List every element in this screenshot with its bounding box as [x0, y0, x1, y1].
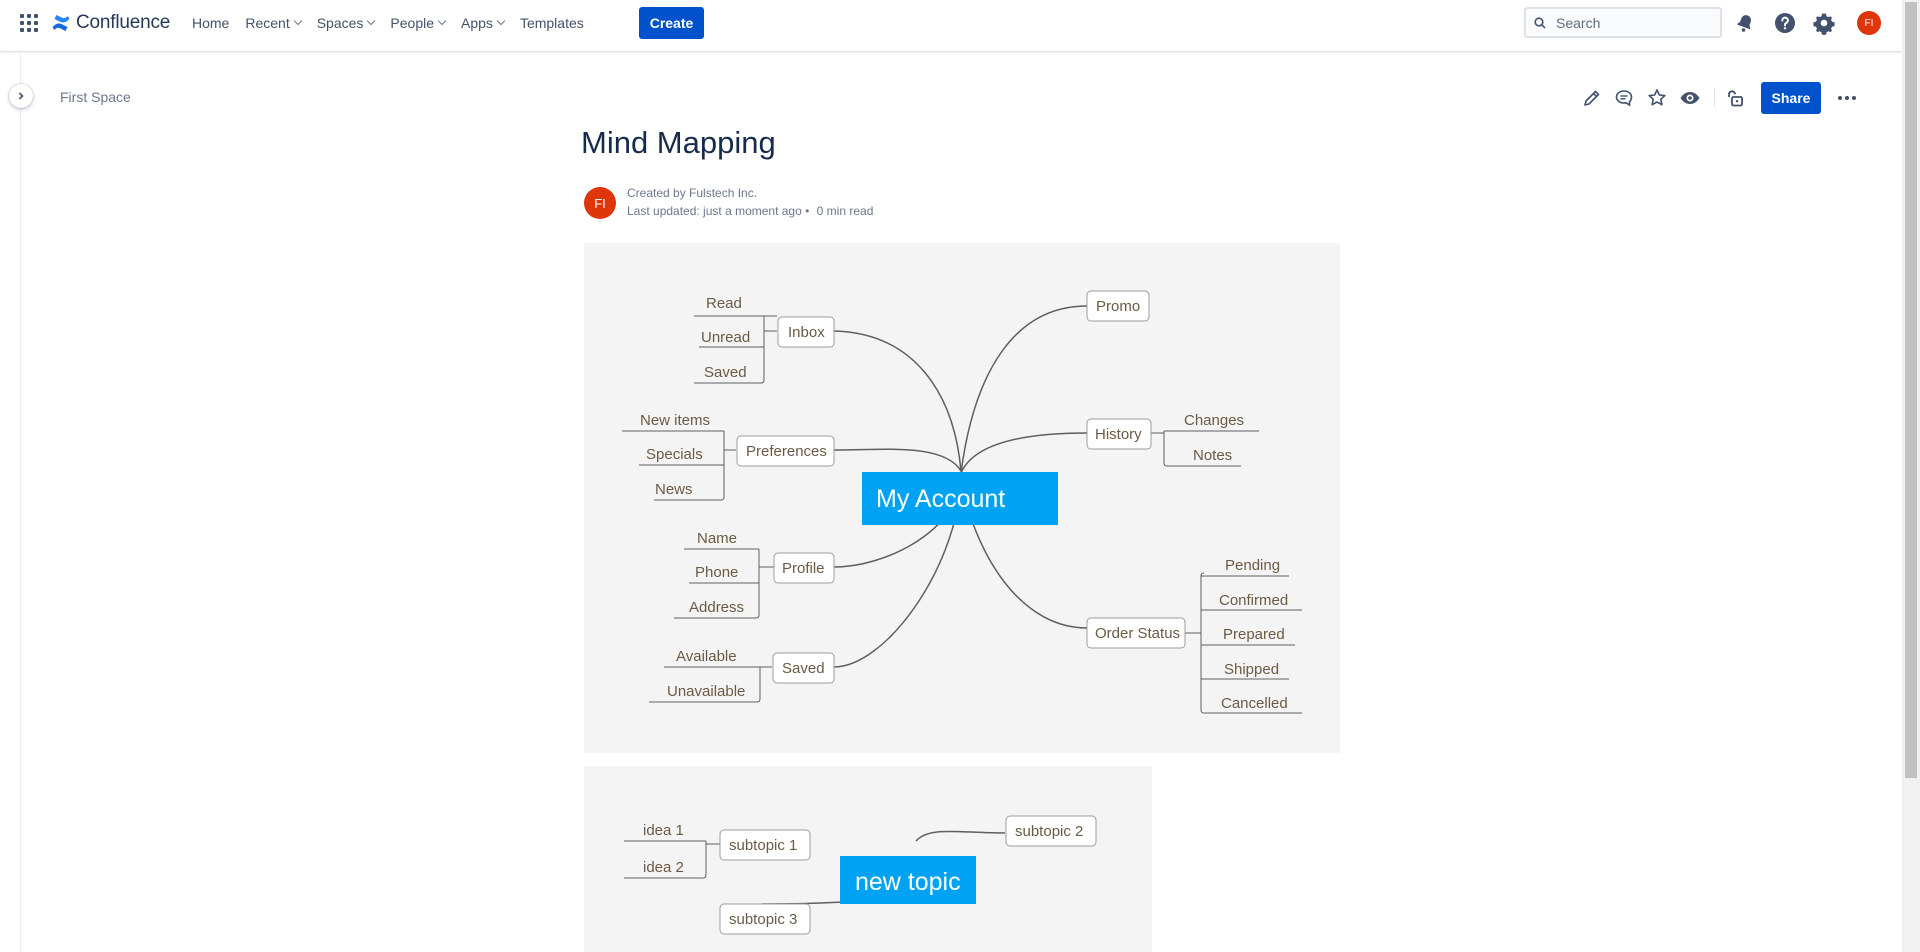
leaf-unavailable: Unavailable: [667, 683, 745, 700]
leaf-idea-2: idea 2: [643, 859, 684, 876]
topic-profile-label: Profile: [782, 560, 825, 577]
top-navigation: Confluence Home Recent Spaces People App…: [0, 0, 1902, 51]
nav-apps[interactable]: Apps: [461, 15, 506, 31]
help-icon[interactable]: [1773, 11, 1797, 35]
leaf-unread: Unread: [701, 329, 750, 346]
mind-map-my-account: My Account Inbox Read Unread Saved Prefe…: [584, 243, 1340, 753]
topic-promo-label: Promo: [1096, 298, 1140, 315]
chevron-down-icon: [293, 16, 302, 26]
product-name: Confluence: [76, 12, 171, 33]
topic-inbox-label: Inbox: [788, 324, 825, 341]
nav-home[interactable]: Home: [192, 15, 229, 31]
leaf-notes: Notes: [1193, 447, 1232, 464]
confluence-logo[interactable]: Confluence: [51, 12, 170, 34]
search-icon: [1534, 16, 1546, 29]
leaf-specials: Specials: [646, 446, 703, 463]
app-switcher-icon[interactable]: [20, 14, 38, 32]
star-icon[interactable]: [1645, 86, 1669, 110]
search-box[interactable]: [1524, 7, 1722, 38]
leaf-phone: Phone: [695, 564, 738, 581]
leaf-address: Address: [689, 599, 744, 616]
leaf-new-items: New items: [640, 412, 710, 429]
leaf-saved: Saved: [704, 364, 747, 381]
leaf-name: Name: [697, 530, 737, 547]
topic-order-status-label: Order Status: [1095, 625, 1180, 642]
share-button[interactable]: Share: [1761, 82, 1821, 114]
nav-templates[interactable]: Templates: [520, 15, 584, 31]
notifications-icon[interactable]: [1733, 11, 1757, 35]
user-avatar[interactable]: FI: [1857, 11, 1881, 35]
leaf-cancelled: Cancelled: [1221, 695, 1288, 712]
byline-separator: •: [805, 204, 813, 218]
leaf-shipped: Shipped: [1224, 661, 1279, 678]
central-topic-label: My Account: [876, 485, 1005, 513]
actions-divider: [1714, 89, 1715, 107]
nav-people-label: People: [390, 15, 435, 31]
watch-eye-icon[interactable]: [1678, 86, 1702, 110]
leaf-prepared: Prepared: [1223, 626, 1285, 643]
topic-subtopic-1-label: subtopic 1: [729, 837, 797, 854]
settings-gear-icon[interactable]: [1812, 11, 1836, 35]
more-actions-icon[interactable]: [1835, 86, 1859, 110]
read-time: 0 min read: [816, 204, 874, 218]
leaf-news: News: [655, 481, 693, 498]
author-avatar[interactable]: FI: [584, 187, 616, 219]
chevron-down-icon: [496, 16, 506, 26]
last-updated: Last updated: just a moment ago: [627, 204, 802, 218]
collapsed-sidebar: [0, 52, 21, 952]
chevron-down-icon: [437, 16, 447, 26]
topic-preferences-label: Preferences: [746, 443, 827, 460]
unlock-icon[interactable]: [1723, 86, 1747, 110]
page-scrollbar-thumb[interactable]: [1905, 2, 1917, 778]
topic-subtopic-3-label: subtopic 3: [729, 911, 797, 928]
leaf-idea-1: idea 1: [643, 822, 684, 839]
chevron-right-icon: [18, 92, 24, 100]
leaf-changes: Changes: [1184, 412, 1244, 429]
topic-saved-label: Saved: [782, 660, 825, 677]
leaf-confirmed: Confirmed: [1219, 592, 1288, 609]
nav-spaces[interactable]: Spaces: [316, 15, 376, 31]
nav-recent-label: Recent: [245, 15, 290, 31]
leaf-pending: Pending: [1225, 557, 1280, 574]
search-input[interactable]: [1554, 13, 1714, 32]
primary-nav: Home Recent Spaces People Apps Templates: [192, 0, 600, 46]
mind-map-my-account-canvas: My Account Inbox Read Unread Saved Prefe…: [622, 290, 1302, 714]
leaf-available: Available: [676, 648, 737, 665]
mind-map-new-topic: new topic subtopic 1 idea 1 idea 2 subto…: [584, 766, 1152, 952]
expand-sidebar-button[interactable]: [9, 84, 33, 108]
chevron-down-icon: [367, 16, 376, 26]
nav-home-label: Home: [192, 15, 230, 31]
nav-people[interactable]: People: [390, 15, 447, 31]
mind-map-new-topic-canvas: new topic subtopic 1 idea 1 idea 2 subto…: [624, 815, 1097, 935]
nav-recent[interactable]: Recent: [245, 15, 302, 31]
edit-pencil-icon[interactable]: [1580, 86, 1604, 110]
created-by: Created by Fulstech Inc.: [627, 186, 758, 200]
nav-spaces-label: Spaces: [316, 15, 364, 31]
central-topic-new-topic-label: new topic: [855, 868, 961, 896]
topic-subtopic-2-label: subtopic 2: [1015, 823, 1083, 840]
nav-apps-label: Apps: [461, 15, 493, 31]
breadcrumb-space[interactable]: First Space: [60, 89, 131, 105]
page-title: Mind Mapping: [581, 125, 776, 160]
comment-icon[interactable]: [1612, 86, 1636, 110]
last-updated-line: Last updated: just a moment ago • 0 min …: [627, 204, 873, 218]
create-button[interactable]: Create: [639, 7, 704, 39]
confluence-logo-icon: [52, 15, 70, 31]
leaf-read: Read: [706, 295, 742, 312]
nav-templates-label: Templates: [519, 15, 584, 31]
topic-history-label: History: [1095, 426, 1142, 443]
